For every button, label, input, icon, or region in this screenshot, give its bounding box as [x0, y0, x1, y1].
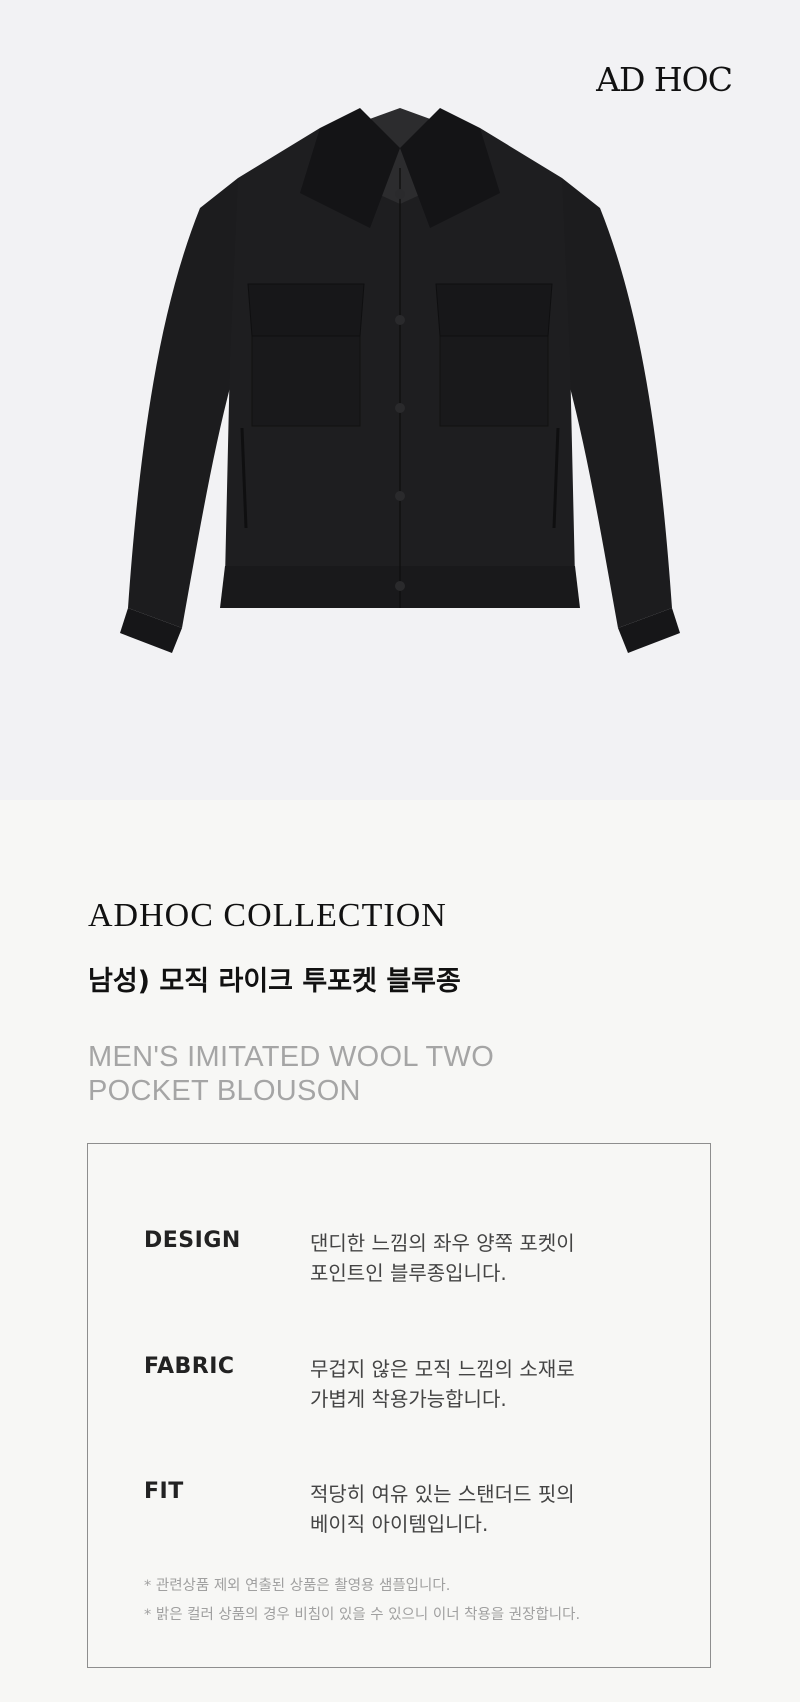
spec-description-line: 무겁지 않은 모직 느낌의 소재로	[310, 1357, 575, 1381]
spec-label: DESIGN	[144, 1228, 241, 1253]
product-name-english-line: POCKET BLOUSON	[88, 1075, 361, 1107]
spec-label: FIT	[144, 1479, 184, 1504]
spec-description-line: 가볍게 착용가능합니다.	[310, 1387, 507, 1411]
spec-description: 무겁지 않은 모직 느낌의 소재로 가볍게 착용가능합니다.	[310, 1354, 670, 1414]
spec-description-line: 포인트인 블루종입니다.	[310, 1261, 507, 1285]
product-spec-box: DESIGN 댄디한 느낌의 좌우 양쪽 포켓이 포인트인 블루종입니다. FA…	[87, 1143, 711, 1668]
hero-product-section: AD HOC	[0, 0, 800, 800]
spec-description-line: 베이직 아이템입니다.	[310, 1512, 489, 1536]
collection-title: ADHOC COLLECTION	[88, 897, 447, 934]
product-image-jacket	[120, 108, 680, 653]
spec-description: 적당히 여유 있는 스탠더드 핏의 베이직 아이템입니다.	[310, 1479, 670, 1539]
disclaimer-note: * 관련상품 제외 연출된 상품은 촬영용 샘플입니다.	[144, 1578, 451, 1594]
product-name-korean: 남성) 모직 라이크 투포켓 블루종	[88, 966, 461, 997]
disclaimer-notes: * 관련상품 제외 연출된 상품은 촬영용 샘플입니다. * 밝은 컬러 상품의…	[144, 1572, 704, 1630]
disclaimer-note: * 밝은 컬러 상품의 경우 비침이 있을 수 있으니 이너 착용을 권장합니다…	[144, 1607, 581, 1623]
spec-description-line: 댄디한 느낌의 좌우 양쪽 포켓이	[310, 1231, 575, 1255]
product-name-english: MEN'S IMITATED WOOL TWO POCKET BLOUSON	[88, 1040, 608, 1108]
spec-description-line: 적당히 여유 있는 스탠더드 핏의	[310, 1482, 575, 1506]
brand-logo: AD HOC	[596, 60, 733, 99]
spec-label: FABRIC	[144, 1354, 235, 1379]
spec-description: 댄디한 느낌의 좌우 양쪽 포켓이 포인트인 블루종입니다.	[310, 1228, 670, 1288]
product-name-english-line: MEN'S IMITATED WOOL TWO	[88, 1041, 495, 1073]
